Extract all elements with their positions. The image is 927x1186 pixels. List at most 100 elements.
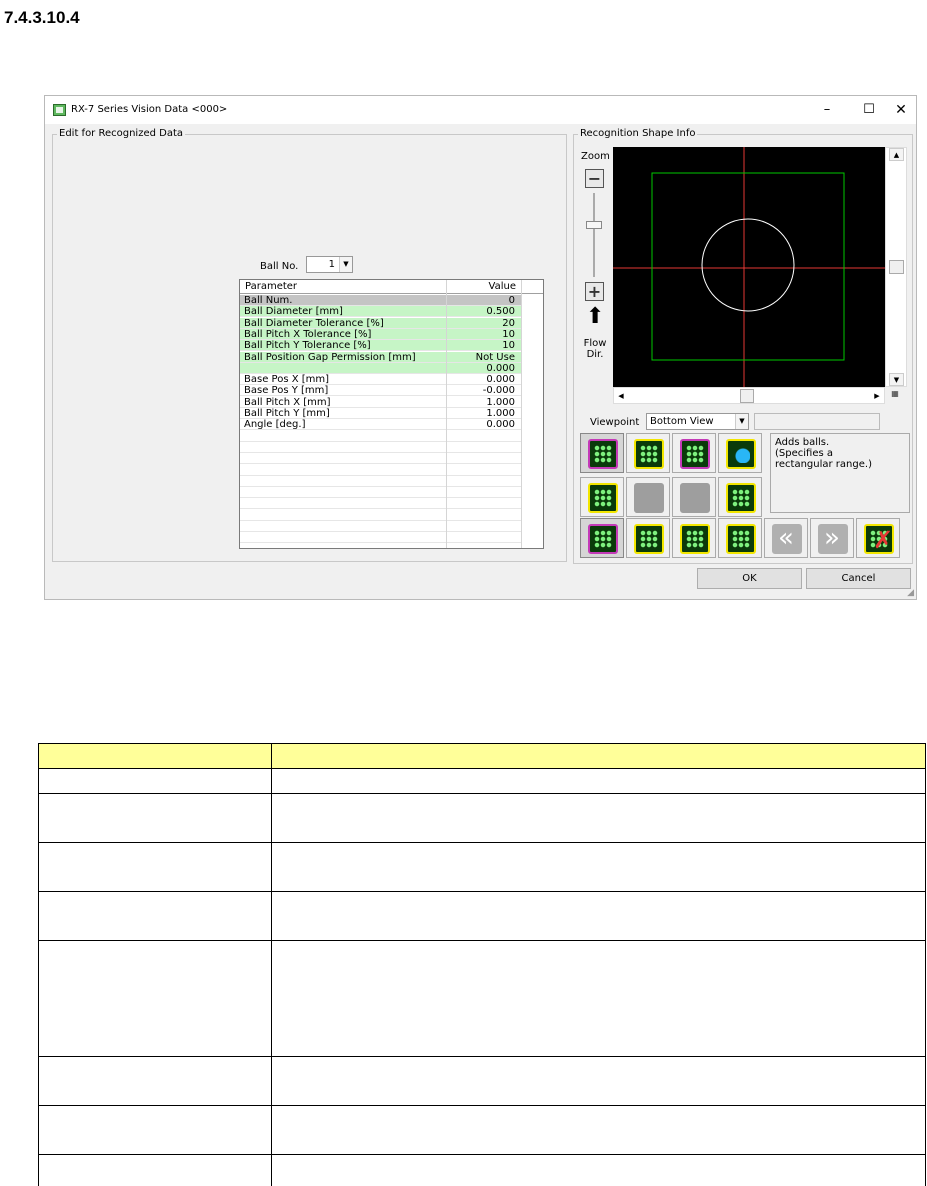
minimize-button[interactable]: – xyxy=(809,99,845,121)
empty-row[interactable] xyxy=(240,476,521,487)
select-all-tool[interactable] xyxy=(580,518,624,558)
tool-help-box: Adds balls. (Specifies a rectangular ran… xyxy=(770,433,910,513)
section-heading: 7.4.3.10.4 xyxy=(4,8,80,27)
next-button[interactable] xyxy=(810,518,854,558)
table-row xyxy=(38,768,926,794)
table-row[interactable]: Base Pos Y [mm] -0.000 xyxy=(240,385,521,397)
recognition-shape-info-title: Recognition Shape Info xyxy=(578,128,698,139)
blank-icon xyxy=(634,483,664,513)
empty-row[interactable] xyxy=(240,510,521,521)
parameter-grid[interactable]: Parameter Value Ball Num. 0 Ball Diameter … xyxy=(239,279,544,549)
table-row[interactable]: Ball Num. 0 xyxy=(240,295,521,306)
table-row[interactable]: Ball Pitch X Tolerance [%] 10 xyxy=(240,328,521,340)
table-row xyxy=(38,1105,926,1155)
scroll-left-icon[interactable]: ◀ xyxy=(615,390,627,402)
delete-balls-tool[interactable] xyxy=(626,433,670,473)
value-cell[interactable]: 0.000 xyxy=(486,374,515,385)
empty-row[interactable] xyxy=(240,453,521,465)
viewpoint-label: Viewpoint xyxy=(590,417,640,428)
table-row xyxy=(38,940,926,1057)
empty-row[interactable] xyxy=(240,521,521,532)
ok-button[interactable]: OK xyxy=(697,568,802,589)
empty-row[interactable] xyxy=(240,544,521,548)
parameter-cell: Ball Num. xyxy=(244,295,293,306)
zoom-in-button[interactable]: + xyxy=(585,282,604,301)
empty-row[interactable] xyxy=(240,465,521,476)
value-cell[interactable]: -0.000 xyxy=(483,385,515,396)
maximize-button[interactable]: ☐ xyxy=(851,99,887,121)
select-outer-tool[interactable] xyxy=(718,518,762,558)
value-cell[interactable]: 0 xyxy=(509,295,515,306)
table-row[interactable]: Ball Pitch Y Tolerance [%] 10 xyxy=(240,340,521,352)
select-inner-tool[interactable] xyxy=(672,518,716,558)
scroll-right-icon[interactable]: ▶ xyxy=(871,390,883,402)
flow-label-line2: Dir. xyxy=(586,349,604,360)
resize-grip-icon[interactable]: ◢ xyxy=(907,588,914,598)
value-cell[interactable]: 0.000 xyxy=(486,363,515,374)
ball-shape[interactable] xyxy=(701,218,795,312)
title-bar[interactable]: RX-7 Series Vision Data <000> – ☐ ✕ xyxy=(45,96,916,124)
zoom-out-button[interactable]: − xyxy=(585,169,604,188)
viewpoint-value: Bottom View xyxy=(650,416,714,427)
delete-all-tool[interactable] xyxy=(856,518,900,558)
move-balls-tool[interactable] xyxy=(672,433,716,473)
value-cell[interactable]: 20 xyxy=(502,318,515,329)
table-cell xyxy=(38,842,272,892)
zoom-slider-track[interactable] xyxy=(593,193,595,277)
table-row xyxy=(38,1056,926,1106)
table-row[interactable]: 0.000 xyxy=(240,362,521,374)
horizontal-scroll-thumb[interactable] xyxy=(740,389,754,403)
table-cell xyxy=(271,793,926,843)
empty-row[interactable] xyxy=(240,532,521,544)
value-cell[interactable]: 10 xyxy=(502,329,515,340)
add-balls-rect-tool[interactable] xyxy=(580,433,624,473)
chevron-down-icon[interactable]: ▼ xyxy=(735,414,748,429)
zoom-label: Zoom xyxy=(581,151,610,162)
grid-toggle-icon[interactable]: ▦ xyxy=(887,389,903,403)
table-row[interactable]: Ball Diameter Tolerance [%] 20 xyxy=(240,317,521,329)
table-cell xyxy=(271,1154,926,1186)
table-row[interactable]: Base Pos X [mm] 0.000 xyxy=(240,374,521,386)
rotate-balls-icon xyxy=(726,483,756,513)
viewpoint-select[interactable]: Bottom View ▼ xyxy=(646,413,749,430)
range-rectangle[interactable] xyxy=(651,172,845,361)
flow-label-line1: Flow xyxy=(583,338,607,349)
globe-tool[interactable] xyxy=(718,433,762,473)
disabled-tool-1[interactable] xyxy=(626,477,670,517)
empty-row[interactable] xyxy=(240,431,521,442)
recognition-viewport[interactable] xyxy=(613,147,885,387)
add-balls-rect-icon xyxy=(588,439,618,469)
value-cell[interactable]: 1.000 xyxy=(486,408,515,419)
select-range-tool[interactable] xyxy=(626,518,670,558)
viewport-vertical-scrollbar[interactable]: ▲ ▼ xyxy=(885,147,907,387)
table-row xyxy=(38,842,926,892)
table-row[interactable]: Ball Diameter [mm] 0.500 xyxy=(240,306,521,318)
empty-row[interactable] xyxy=(240,487,521,499)
disabled-tool-2[interactable] xyxy=(672,477,716,517)
table-row[interactable]: Ball Pitch X [mm] 1.000 xyxy=(240,397,521,408)
rotate-balls-tool[interactable] xyxy=(718,477,762,517)
table-cell xyxy=(38,793,272,843)
value-cell[interactable]: 0.500 xyxy=(486,306,515,317)
table-row[interactable]: Ball Pitch Y [mm] 1.000 xyxy=(240,408,521,419)
value-cell[interactable]: 1.000 xyxy=(486,397,515,408)
viewport-horizontal-scrollbar[interactable]: ◀ ▶ xyxy=(613,387,885,404)
prev-button[interactable] xyxy=(764,518,808,558)
value-cell[interactable]: Not Use xyxy=(476,352,515,363)
empty-row[interactable] xyxy=(240,442,521,453)
app-icon xyxy=(53,104,66,116)
empty-row[interactable] xyxy=(240,498,521,510)
table-row[interactable]: Ball Position Gap Permission [mm] Not Use xyxy=(240,351,521,363)
chevron-down-icon[interactable]: ▼ xyxy=(339,257,352,272)
grid-balls-tool[interactable] xyxy=(580,477,624,517)
ball-no-select[interactable]: 1 ▼ xyxy=(306,256,353,273)
cancel-button[interactable]: Cancel xyxy=(806,568,911,589)
zoom-slider-thumb[interactable] xyxy=(586,221,602,229)
value-cell[interactable]: 0.000 xyxy=(486,419,515,430)
scroll-up-icon[interactable]: ▲ xyxy=(889,148,904,161)
table-row[interactable]: Angle [deg.] 0.000 xyxy=(240,419,521,431)
scroll-down-icon[interactable]: ▼ xyxy=(889,373,904,386)
value-cell[interactable]: 10 xyxy=(502,340,515,351)
close-button[interactable]: ✕ xyxy=(883,99,919,121)
vertical-scroll-thumb[interactable] xyxy=(889,260,904,274)
